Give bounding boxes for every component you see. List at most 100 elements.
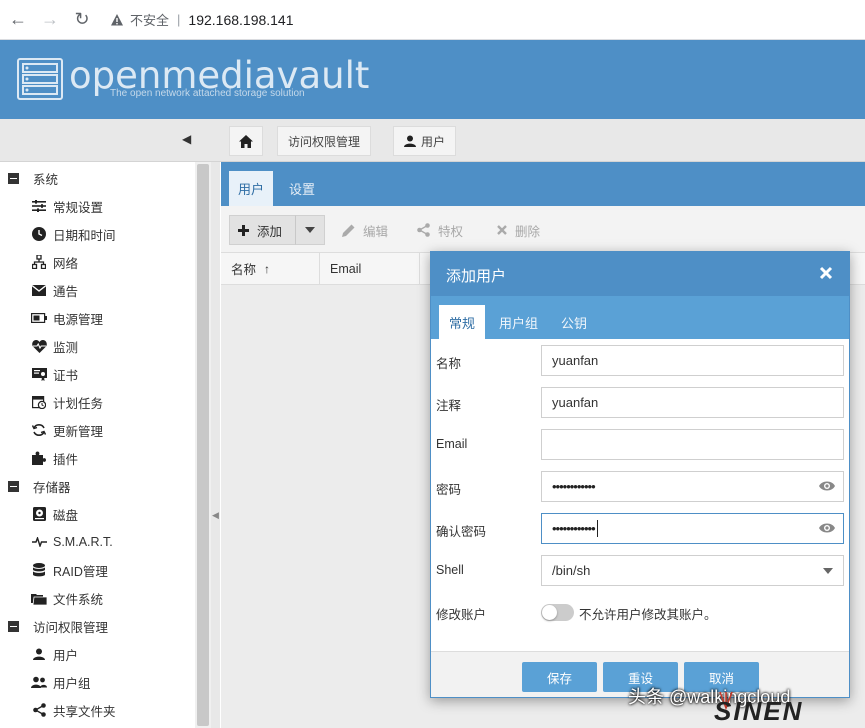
sidebar-item-general-settings[interactable]: 常规设置 bbox=[31, 195, 103, 217]
sidebar-item-label: 通告 bbox=[53, 284, 79, 299]
heartbeat-icon bbox=[31, 338, 47, 354]
sidebar-group-storage[interactable]: 存储器 bbox=[8, 475, 71, 497]
breadcrumb-home[interactable] bbox=[229, 126, 263, 156]
grid-toolbar: 添加 编辑 特权 删除 bbox=[221, 206, 865, 252]
shell-value: /bin/sh bbox=[552, 563, 591, 578]
address-separator: | bbox=[177, 12, 181, 27]
panel-splitter[interactable] bbox=[211, 162, 220, 728]
splitter-arrow-icon[interactable]: ◀ bbox=[212, 510, 219, 521]
plus-icon bbox=[238, 224, 249, 236]
eye-icon[interactable] bbox=[819, 480, 835, 492]
edit-button[interactable]: 编辑 bbox=[334, 215, 396, 245]
delete-button[interactable]: 删除 bbox=[489, 215, 548, 245]
main-tabbar: 用户 设置 bbox=[221, 162, 865, 206]
network-icon bbox=[31, 254, 47, 270]
sidebar: 系统 常规设置 日期和时间 网络 通告 电源管理 监测 证书 计划任务 更新管理… bbox=[0, 162, 211, 728]
breadcrumb-access-rights[interactable]: 访问权限管理 bbox=[277, 126, 372, 156]
sidebar-item-label: 证书 bbox=[53, 368, 79, 383]
collapse-square-icon bbox=[8, 480, 19, 492]
modify-account-label: 修改账户 bbox=[436, 608, 487, 622]
sidebar-group-label: 存储器 bbox=[33, 480, 71, 495]
share-icon bbox=[417, 223, 430, 237]
close-icon[interactable] bbox=[817, 264, 835, 282]
password-label: 密码 bbox=[436, 483, 462, 497]
text-caret bbox=[596, 520, 598, 537]
column-header-name[interactable]: 名称 ↑ bbox=[221, 253, 320, 284]
brand-tagline: The open network attached storage soluti… bbox=[110, 88, 305, 99]
reload-icon[interactable]: ↻ bbox=[68, 6, 96, 34]
url-text[interactable]: 192.168.198.141 bbox=[188, 12, 293, 28]
sidebar-item-shared-folders[interactable]: 共享文件夹 bbox=[31, 699, 116, 721]
delete-button-label: 删除 bbox=[515, 224, 541, 239]
column-header-label: Email bbox=[330, 261, 362, 276]
sidebar-item-file-systems[interactable]: 文件系统 bbox=[31, 587, 103, 609]
tab-users[interactable]: 用户 bbox=[229, 171, 274, 206]
sidebar-item-users[interactable]: 用户 bbox=[31, 643, 78, 665]
sidebar-item-raid[interactable]: RAID管理 bbox=[31, 559, 108, 581]
sidebar-scroll-thumb[interactable] bbox=[197, 164, 209, 726]
tab-settings[interactable]: 设置 bbox=[280, 171, 324, 206]
sidebar-item-label: S.M.A.R.T. bbox=[53, 535, 113, 549]
name-row: 名称 yuanfan bbox=[431, 345, 849, 377]
sidebar-item-power-management[interactable]: 电源管理 bbox=[31, 307, 103, 329]
shell-row: Shell /bin/sh bbox=[431, 555, 849, 587]
tab-label: 公钥 bbox=[561, 315, 588, 331]
tab-general[interactable]: 常规 bbox=[439, 305, 486, 339]
sidebar-item-label: 文件系统 bbox=[53, 592, 104, 607]
sidebar-item-label: 插件 bbox=[53, 452, 79, 467]
sidebar-item-notification[interactable]: 通告 bbox=[31, 279, 78, 301]
dialog-header: 添加用户 bbox=[431, 252, 849, 296]
email-row: Email bbox=[431, 429, 849, 461]
collapse-sidebar-icon[interactable]: ◀ bbox=[182, 132, 191, 146]
password-input[interactable]: •••••••••••• bbox=[541, 471, 844, 502]
sidebar-item-groups[interactable]: 用户组 bbox=[31, 671, 91, 693]
refresh-icon bbox=[31, 422, 47, 438]
hard-disk-icon bbox=[31, 506, 47, 522]
privileges-button[interactable]: 特权 bbox=[409, 215, 471, 245]
sidebar-item-plugins[interactable]: 插件 bbox=[31, 447, 78, 469]
sidebar-item-smart[interactable]: S.M.A.R.T. bbox=[31, 531, 113, 553]
save-button[interactable]: 保存 bbox=[522, 662, 597, 692]
add-button[interactable]: 添加 bbox=[229, 215, 296, 245]
modify-account-toggle[interactable] bbox=[541, 604, 574, 621]
modify-account-row: 修改账户 不允许用户修改其账户。 bbox=[431, 596, 849, 628]
sidebar-group-system[interactable]: 系统 bbox=[8, 167, 58, 189]
sidebar-item-label: 计划任务 bbox=[53, 396, 104, 411]
sidebar-group-label: 访问权限管理 bbox=[33, 620, 109, 635]
address-bar[interactable]: 不安全 | 192.168.198.141 bbox=[110, 10, 294, 29]
add-user-dialog: 添加用户 常规 用户组 公钥 名称 yuanfan 注释 yuanfan Ema… bbox=[430, 251, 850, 698]
comment-row: 注释 yuanfan bbox=[431, 387, 849, 419]
server-logo-icon bbox=[17, 58, 63, 100]
eye-icon[interactable] bbox=[819, 522, 835, 534]
sidebar-item-disks[interactable]: 磁盘 bbox=[31, 503, 78, 525]
column-header-email[interactable]: Email bbox=[320, 253, 420, 284]
sidebar-item-certificates[interactable]: 证书 bbox=[31, 363, 78, 385]
tab-label: 用户组 bbox=[499, 315, 539, 331]
times-icon bbox=[497, 225, 507, 235]
breadcrumb: ◀ 访问权限管理 用户 bbox=[0, 119, 865, 162]
tab-groups[interactable]: 用户组 bbox=[489, 305, 548, 339]
sidebar-item-update-management[interactable]: 更新管理 bbox=[31, 419, 103, 441]
warning-icon bbox=[111, 13, 123, 25]
sidebar-item-monitoring[interactable]: 监测 bbox=[31, 335, 78, 357]
chevron-down-icon[interactable] bbox=[823, 568, 833, 574]
forward-icon[interactable]: → bbox=[36, 6, 64, 34]
name-input[interactable]: yuanfan bbox=[541, 345, 844, 376]
back-icon[interactable]: ← bbox=[4, 6, 32, 34]
add-dropdown-button[interactable] bbox=[295, 215, 325, 245]
sidebar-item-network[interactable]: 网络 bbox=[31, 251, 78, 273]
sidebar-item-label: 日期和时间 bbox=[53, 228, 116, 243]
comment-input[interactable]: yuanfan bbox=[541, 387, 844, 418]
sidebar-item-scheduled-jobs[interactable]: 计划任务 bbox=[31, 391, 103, 413]
email-field[interactable] bbox=[541, 429, 844, 460]
sidebar-item-label: RAID管理 bbox=[53, 564, 108, 579]
breadcrumb-users[interactable]: 用户 bbox=[393, 126, 457, 156]
tab-public-keys[interactable]: 公钥 bbox=[551, 305, 597, 339]
sidebar-group-access-rights[interactable]: 访问权限管理 bbox=[8, 615, 108, 637]
confirm-password-input[interactable]: •••••••••••• bbox=[541, 513, 844, 544]
share-icon bbox=[31, 702, 47, 718]
sidebar-item-date-time[interactable]: 日期和时间 bbox=[31, 223, 116, 245]
edit-button-label: 编辑 bbox=[363, 224, 389, 239]
shell-select[interactable]: /bin/sh bbox=[541, 555, 844, 586]
sort-ascending-icon: ↑ bbox=[264, 261, 271, 276]
